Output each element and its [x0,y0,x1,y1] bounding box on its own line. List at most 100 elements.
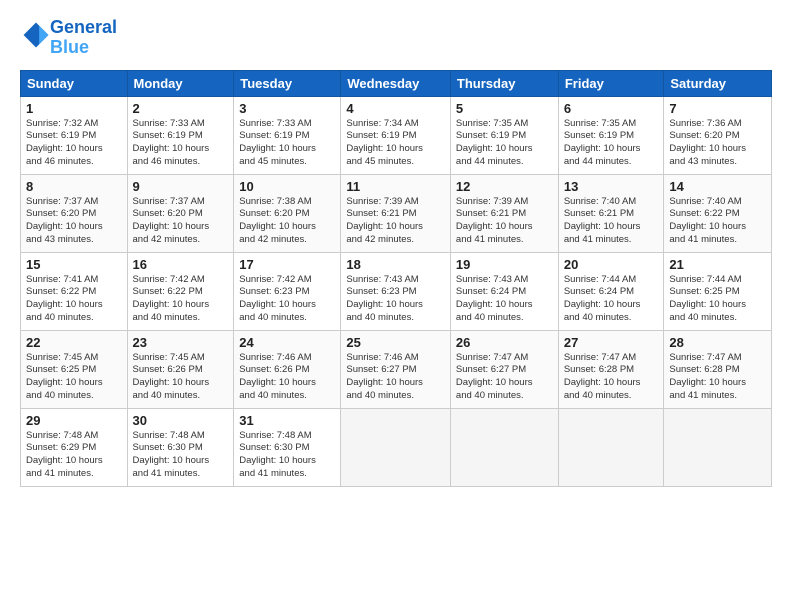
calendar-cell: 14 Sunrise: 7:40 AM Sunset: 6:22 PM Dayli… [664,174,772,252]
calendar-cell: 19 Sunrise: 7:43 AM Sunset: 6:24 PM Dayli… [450,252,558,330]
calendar-cell: 9 Sunrise: 7:37 AM Sunset: 6:20 PM Daylig… [127,174,234,252]
day-info: Sunrise: 7:40 AM Sunset: 6:22 PM Dayligh… [669,196,766,247]
calendar-cell: 10Sunrise: 7:38 AM Sunset: 6:20 PM Dayli… [234,174,341,252]
calendar-week-row: 29Sunrise: 7:48 AM Sunset: 6:29 PM Dayli… [21,408,772,486]
day-number: 19 [456,257,553,272]
calendar-cell: 21Sunrise: 7:44 AM Sunset: 6:25 PM Dayli… [664,252,772,330]
day-info: Sunrise: 7:46 AM Sunset: 6:27 PM Dayligh… [346,352,445,403]
calendar-cell: 24 Sunrise: 7:46 AM Sunset: 6:26 PM Dayli… [234,330,341,408]
day-info: Sunrise: 7:47 AM Sunset: 6:27 PM Dayligh… [456,352,553,403]
day-number: 25 [346,335,445,350]
day-number: 7 [669,101,766,116]
day-number: 13 [564,179,659,194]
day-info: Sunrise: 7:41 AM Sunset: 6:22 PM Dayligh… [26,274,122,325]
day-info: Sunrise: 7:37 AM Sunset: 6:20 PM Dayligh… [133,196,229,247]
day-number: 29 [26,413,122,428]
day-info: Sunrise: 7:34 AM Sunset: 6:19 PM Dayligh… [346,118,445,169]
day-number: 12 [456,179,553,194]
day-info: Sunrise: 7:33 AM Sunset: 6:19 PM Dayligh… [239,118,335,169]
day-info: Sunrise: 7:32 AM Sunset: 6:19 PM Dayligh… [26,118,122,169]
weekday-header: Wednesday [341,70,451,96]
day-info: Sunrise: 7:47 AM Sunset: 6:28 PM Dayligh… [564,352,659,403]
day-info: Sunrise: 7:47 AM Sunset: 6:28 PM Dayligh… [669,352,766,403]
calendar-cell [664,408,772,486]
calendar-cell: 11 Sunrise: 7:39 AM Sunset: 6:21 PM Dayli… [341,174,451,252]
day-number: 18 [346,257,445,272]
day-number: 14 [669,179,766,194]
calendar-header-row: SundayMondayTuesdayWednesdayThursdayFrid… [21,70,772,96]
weekday-header: Thursday [450,70,558,96]
day-number: 1 [26,101,122,116]
day-info: Sunrise: 7:35 AM Sunset: 6:19 PM Dayligh… [456,118,553,169]
calendar-cell: 3 Sunrise: 7:33 AM Sunset: 6:19 PM Daylig… [234,96,341,174]
day-number: 10 [239,179,335,194]
day-info: Sunrise: 7:33 AM Sunset: 6:19 PM Dayligh… [133,118,229,169]
header: GeneralBlue [20,18,772,58]
calendar-body: 1 Sunrise: 7:32 AM Sunset: 6:19 PM Daylig… [21,96,772,486]
calendar: SundayMondayTuesdayWednesdayThursdayFrid… [20,70,772,487]
day-number: 28 [669,335,766,350]
calendar-cell: 4 Sunrise: 7:34 AM Sunset: 6:19 PM Daylig… [341,96,451,174]
day-number: 3 [239,101,335,116]
day-number: 16 [133,257,229,272]
calendar-cell: 17 Sunrise: 7:42 AM Sunset: 6:23 PM Dayli… [234,252,341,330]
day-number: 6 [564,101,659,116]
day-info: Sunrise: 7:44 AM Sunset: 6:24 PM Dayligh… [564,274,659,325]
calendar-cell: 1 Sunrise: 7:32 AM Sunset: 6:19 PM Daylig… [21,96,128,174]
calendar-cell: 29Sunrise: 7:48 AM Sunset: 6:29 PM Dayli… [21,408,128,486]
day-info: Sunrise: 7:44 AM Sunset: 6:25 PM Dayligh… [669,274,766,325]
day-info: Sunrise: 7:43 AM Sunset: 6:24 PM Dayligh… [456,274,553,325]
day-number: 20 [564,257,659,272]
calendar-week-row: 22Sunrise: 7:45 AM Sunset: 6:25 PM Dayli… [21,330,772,408]
day-info: Sunrise: 7:36 AM Sunset: 6:20 PM Dayligh… [669,118,766,169]
day-number: 31 [239,413,335,428]
calendar-week-row: 1 Sunrise: 7:32 AM Sunset: 6:19 PM Daylig… [21,96,772,174]
page: GeneralBlue SundayMondayTuesdayWednesday… [0,0,792,497]
day-number: 24 [239,335,335,350]
calendar-cell: 26Sunrise: 7:47 AM Sunset: 6:27 PM Dayli… [450,330,558,408]
calendar-cell: 2 Sunrise: 7:33 AM Sunset: 6:19 PM Daylig… [127,96,234,174]
day-info: Sunrise: 7:45 AM Sunset: 6:26 PM Dayligh… [133,352,229,403]
calendar-cell: 13 Sunrise: 7:40 AM Sunset: 6:21 PM Dayli… [558,174,664,252]
day-number: 17 [239,257,335,272]
calendar-cell: 23Sunrise: 7:45 AM Sunset: 6:26 PM Dayli… [127,330,234,408]
day-number: 2 [133,101,229,116]
logo-icon [22,21,50,49]
day-number: 5 [456,101,553,116]
weekday-header: Saturday [664,70,772,96]
calendar-cell: 31 Sunrise: 7:48 AM Sunset: 6:30 PM Dayli… [234,408,341,486]
calendar-cell [341,408,451,486]
day-number: 30 [133,413,229,428]
day-number: 15 [26,257,122,272]
calendar-cell: 27 Sunrise: 7:47 AM Sunset: 6:28 PM Dayli… [558,330,664,408]
calendar-cell: 7 Sunrise: 7:36 AM Sunset: 6:20 PM Daylig… [664,96,772,174]
day-info: Sunrise: 7:39 AM Sunset: 6:21 PM Dayligh… [346,196,445,247]
day-number: 11 [346,179,445,194]
weekday-header: Friday [558,70,664,96]
calendar-cell: 8 Sunrise: 7:37 AM Sunset: 6:20 PM Daylig… [21,174,128,252]
calendar-cell: 5 Sunrise: 7:35 AM Sunset: 6:19 PM Daylig… [450,96,558,174]
day-number: 9 [133,179,229,194]
day-info: Sunrise: 7:43 AM Sunset: 6:23 PM Dayligh… [346,274,445,325]
day-info: Sunrise: 7:48 AM Sunset: 6:30 PM Dayligh… [133,430,229,481]
calendar-cell: 25 Sunrise: 7:46 AM Sunset: 6:27 PM Dayli… [341,330,451,408]
calendar-cell: 12Sunrise: 7:39 AM Sunset: 6:21 PM Dayli… [450,174,558,252]
calendar-cell [450,408,558,486]
day-info: Sunrise: 7:42 AM Sunset: 6:23 PM Dayligh… [239,274,335,325]
day-number: 4 [346,101,445,116]
day-number: 8 [26,179,122,194]
logo-text: GeneralBlue [50,18,117,58]
day-info: Sunrise: 7:46 AM Sunset: 6:26 PM Dayligh… [239,352,335,403]
calendar-cell: 28 Sunrise: 7:47 AM Sunset: 6:28 PM Dayli… [664,330,772,408]
day-info: Sunrise: 7:40 AM Sunset: 6:21 PM Dayligh… [564,196,659,247]
day-info: Sunrise: 7:45 AM Sunset: 6:25 PM Dayligh… [26,352,122,403]
weekday-header: Tuesday [234,70,341,96]
calendar-cell: 16Sunrise: 7:42 AM Sunset: 6:22 PM Dayli… [127,252,234,330]
day-info: Sunrise: 7:37 AM Sunset: 6:20 PM Dayligh… [26,196,122,247]
day-number: 27 [564,335,659,350]
calendar-cell: 15 Sunrise: 7:41 AM Sunset: 6:22 PM Dayli… [21,252,128,330]
calendar-cell: 6 Sunrise: 7:35 AM Sunset: 6:19 PM Daylig… [558,96,664,174]
calendar-cell: 20 Sunrise: 7:44 AM Sunset: 6:24 PM Dayli… [558,252,664,330]
day-info: Sunrise: 7:35 AM Sunset: 6:19 PM Dayligh… [564,118,659,169]
day-info: Sunrise: 7:48 AM Sunset: 6:30 PM Dayligh… [239,430,335,481]
